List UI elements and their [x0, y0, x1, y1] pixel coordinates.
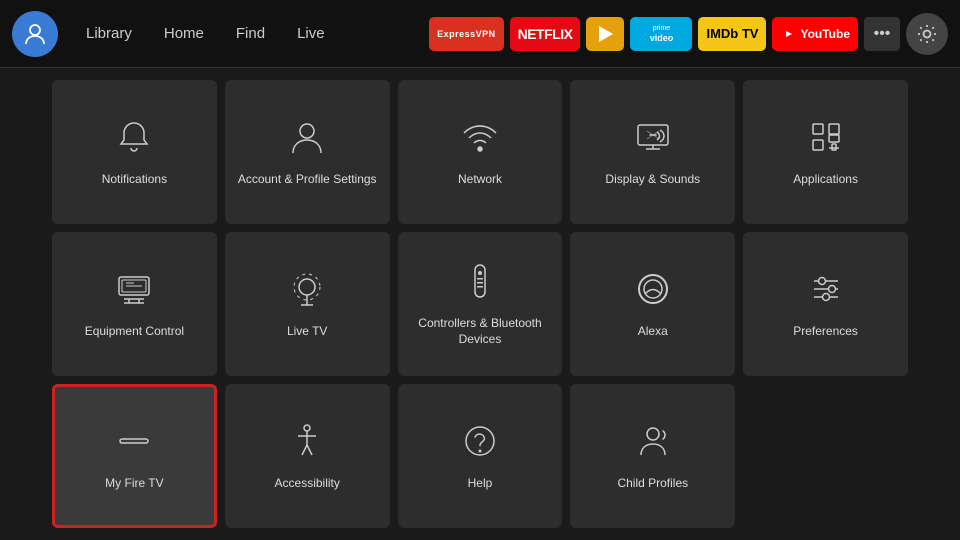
- grid-applications[interactable]: Applications: [743, 80, 908, 224]
- antenna-icon: [287, 269, 327, 314]
- nav-home[interactable]: Home: [150, 19, 218, 48]
- equipment-label: Equipment Control: [85, 324, 184, 340]
- grid-network[interactable]: Network: [398, 80, 563, 224]
- avatar[interactable]: [12, 11, 58, 57]
- remote-icon: [460, 261, 500, 306]
- wifi-icon: [460, 117, 500, 162]
- help-icon: [460, 421, 500, 466]
- monitor-icon: [114, 269, 154, 314]
- accessibility-label: Accessibility: [275, 476, 340, 492]
- app-netflix[interactable]: NETFLIX: [510, 17, 581, 51]
- app-expressvpn[interactable]: ExpressVPN: [429, 17, 504, 51]
- alexa-label: Alexa: [638, 324, 668, 340]
- childprofiles-icon: [633, 421, 673, 466]
- more-button[interactable]: •••: [864, 17, 900, 51]
- app-youtube[interactable]: YouTube: [772, 17, 858, 51]
- controllers-label: Controllers & Bluetooth Devices: [408, 316, 553, 347]
- grid-help[interactable]: Help: [398, 384, 563, 528]
- nav-library[interactable]: Library: [72, 19, 146, 48]
- settings-button[interactable]: [906, 13, 948, 55]
- account-label: Account & Profile Settings: [238, 172, 377, 188]
- grid-childprofiles[interactable]: Child Profiles: [570, 384, 735, 528]
- grid-accessibility[interactable]: Accessibility: [225, 384, 390, 528]
- nav-live[interactable]: Live: [283, 19, 339, 48]
- applications-label: Applications: [793, 172, 858, 188]
- network-label: Network: [458, 172, 502, 188]
- grid-preferences[interactable]: Preferences: [743, 232, 908, 376]
- person-icon: [287, 117, 327, 162]
- nav-find[interactable]: Find: [222, 19, 279, 48]
- app-plex[interactable]: [586, 17, 624, 51]
- childprofiles-label: Child Profiles: [617, 476, 688, 492]
- grid-livetv[interactable]: Live TV: [225, 232, 390, 376]
- bell-icon: [114, 117, 154, 162]
- grid-empty: [743, 384, 908, 528]
- myfiretv-label: My Fire TV: [105, 476, 163, 492]
- notifications-label: Notifications: [102, 172, 167, 188]
- grid-controllers[interactable]: Controllers & Bluetooth Devices: [398, 232, 563, 376]
- app-prime[interactable]: prime video: [630, 17, 692, 51]
- display-label: Display & Sounds: [605, 172, 700, 188]
- settings-grid: Notifications Account & Profile Settings…: [0, 68, 960, 540]
- topnav: Library Home Find Live ExpressVPN NETFLI…: [0, 0, 960, 68]
- grid-equipment[interactable]: Equipment Control: [52, 232, 217, 376]
- grid-account[interactable]: Account & Profile Settings: [225, 80, 390, 224]
- grid-alexa[interactable]: Alexa: [570, 232, 735, 376]
- app-imdb[interactable]: IMDb TV: [698, 17, 766, 51]
- nav-links: Library Home Find Live: [72, 19, 339, 48]
- app-icons: ExpressVPN NETFLIX prime video IMDb TV Y…: [429, 13, 948, 55]
- sliders-icon: [806, 269, 846, 314]
- grid-display[interactable]: Display & Sounds: [570, 80, 735, 224]
- preferences-label: Preferences: [793, 324, 858, 340]
- alexa-icon: [633, 269, 673, 314]
- apps-icon: [806, 117, 846, 162]
- livetv-label: Live TV: [287, 324, 327, 340]
- grid-notifications[interactable]: Notifications: [52, 80, 217, 224]
- accessibility-icon: [287, 421, 327, 466]
- firetv-icon: [114, 421, 154, 466]
- help-label: Help: [468, 476, 493, 492]
- grid-myfiretv[interactable]: My Fire TV: [52, 384, 217, 528]
- display-icon: [633, 117, 673, 162]
